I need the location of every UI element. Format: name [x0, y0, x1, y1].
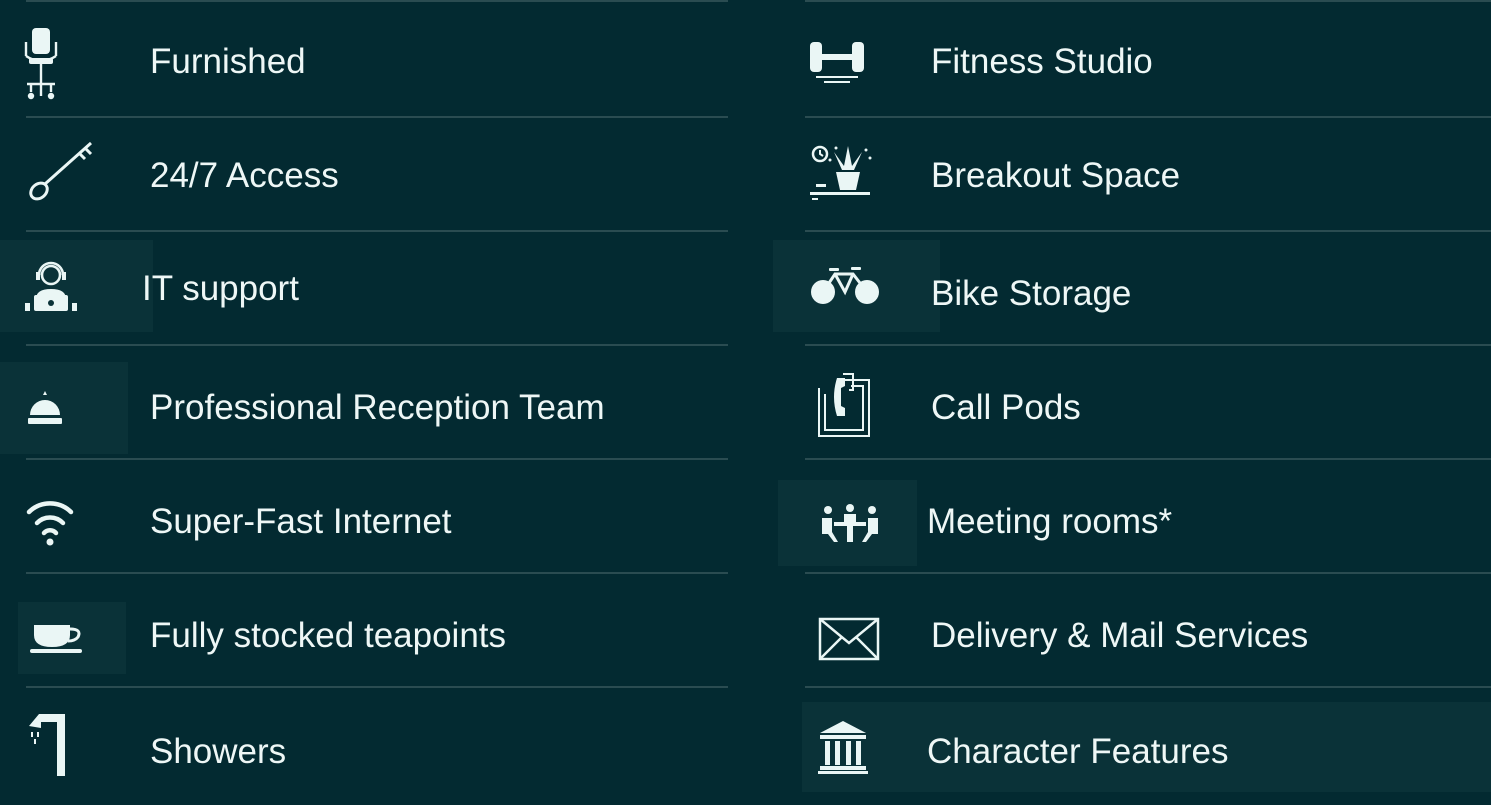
phone-booth-icon — [813, 370, 875, 440]
amenity-label: Bike Storage — [931, 274, 1132, 313]
amenity-label: Fully stocked teapoints — [150, 616, 507, 655]
amenity-label: Furnished — [150, 42, 306, 81]
envelope-icon — [817, 614, 881, 664]
list-item: Bike Storage — [773, 232, 1491, 346]
it-support-agent-icon — [0, 240, 153, 332]
amenity-label: Character Features — [927, 732, 1229, 771]
list-item: Delivery & Mail Services — [777, 574, 1491, 688]
list-item: Breakout Space — [777, 118, 1491, 232]
amenity-label: IT support — [142, 269, 299, 308]
list-item: Furnished — [0, 4, 728, 118]
list-item: Fitness Studio — [777, 4, 1491, 118]
amenity-label: Call Pods — [931, 388, 1081, 427]
reception-bell-icon — [0, 362, 128, 454]
list-item: Professional Reception Team — [0, 346, 728, 460]
list-item: 24/7 Access — [0, 118, 728, 232]
office-chair-icon — [18, 24, 64, 106]
amenities-list-right: Fitness Studio Breakout Space Bike Stora… — [773, 0, 1491, 805]
plant-lounge-icon — [805, 142, 877, 204]
list-item: Showers — [0, 688, 728, 805]
meeting-table-icon — [778, 480, 917, 566]
wifi-icon — [20, 490, 80, 552]
amenity-label: Fitness Studio — [931, 42, 1153, 81]
amenity-label: Meeting rooms* — [927, 502, 1173, 541]
dumbbell-icon — [805, 34, 869, 88]
list-item: Fully stocked teapoints — [0, 574, 728, 688]
list-item: IT support — [0, 232, 728, 346]
shower-icon — [22, 710, 72, 780]
amenity-label: Delivery & Mail Services — [931, 616, 1309, 655]
key-icon — [22, 136, 100, 208]
amenities-list-left: Furnished 24/7 Access IT support Profess… — [0, 0, 728, 805]
list-item: Character Features — [777, 688, 1491, 805]
amenity-label: 24/7 Access — [150, 156, 339, 195]
list-item: Super-Fast Internet — [0, 460, 728, 574]
amenity-label: Breakout Space — [931, 156, 1181, 195]
amenity-label: Showers — [150, 732, 287, 771]
amenity-label: Super-Fast Internet — [150, 502, 452, 541]
bicycle-icon — [773, 240, 940, 332]
teacup-icon — [18, 602, 126, 674]
list-item: Call Pods — [777, 346, 1491, 460]
list-item: Meeting rooms* — [777, 460, 1491, 574]
amenity-label: Professional Reception Team — [150, 388, 605, 427]
